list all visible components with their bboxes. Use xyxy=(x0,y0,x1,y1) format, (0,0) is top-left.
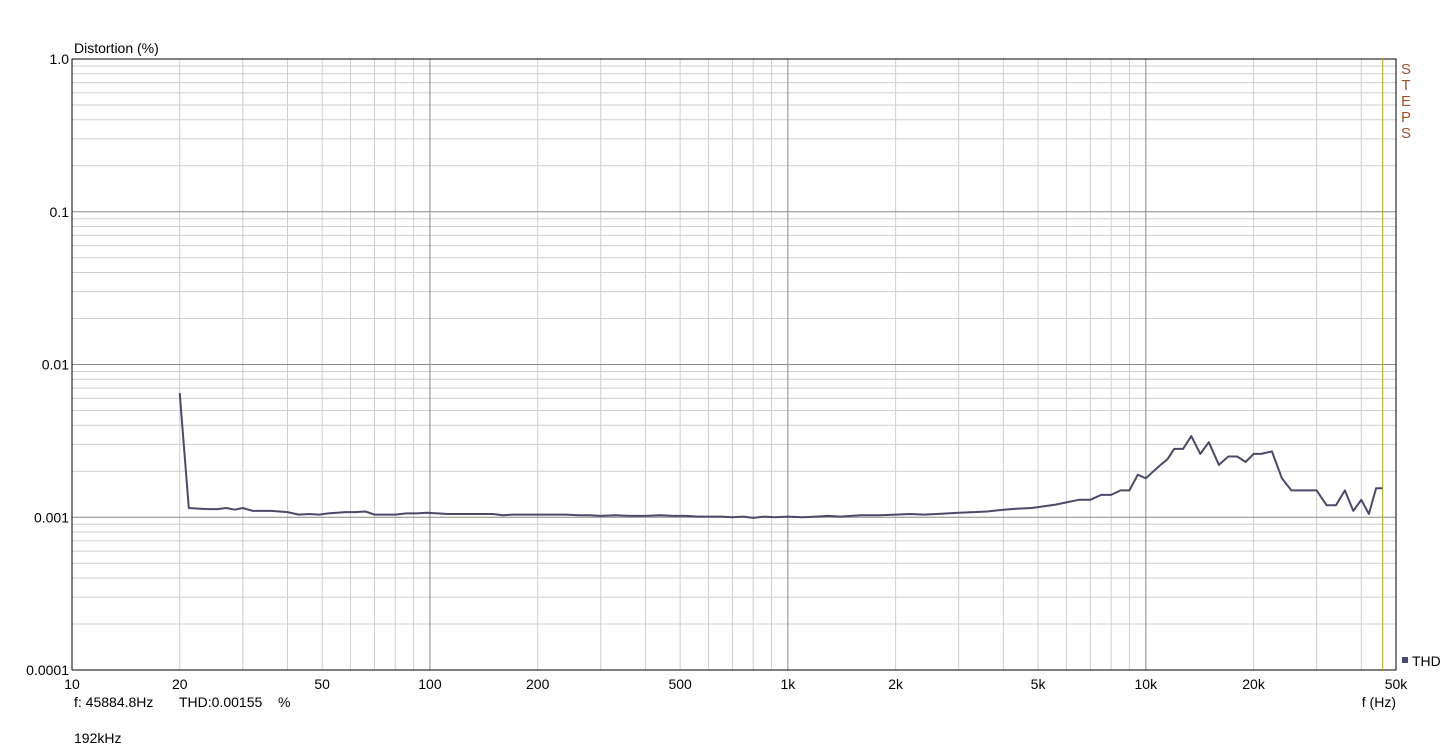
y-tick-label: 0.001 xyxy=(34,509,69,525)
x-tick-label: 10 xyxy=(64,676,80,692)
steps-marker-letter: E xyxy=(1401,93,1411,110)
y-tick-label: 0.01 xyxy=(42,357,69,373)
x-tick-labels: 10 20 50 100 200 500 1k 2k 5k 10k 20k 50k xyxy=(64,676,1408,692)
thd-unit: % xyxy=(278,694,290,710)
y-tick-label: 0.0001 xyxy=(26,662,69,678)
legend: THD xyxy=(1402,653,1441,669)
x-axis-label: f (Hz) xyxy=(1362,694,1396,710)
thd-chart: STEPS 10 20 50 100 200 500 1k 2k 5k 10k 20k 50k 1.0… xyxy=(26,40,1441,746)
x-tick-label: 20k xyxy=(1242,676,1266,692)
x-tick-label: 200 xyxy=(526,676,550,692)
series-line-thd xyxy=(178,393,1383,519)
y-axis-label: Distortion (%) xyxy=(74,40,159,56)
y-tick-label: 0.1 xyxy=(50,204,70,220)
legend-label-thd: THD xyxy=(1412,653,1441,669)
x-tick-label: 500 xyxy=(668,676,692,692)
x-tick-label: 50 xyxy=(314,676,330,692)
x-tick-label: 2k xyxy=(888,676,904,692)
readout: f: 45884.8Hz THD:0.00155 % 192kHz xyxy=(74,694,290,746)
steps-marker-letter: T xyxy=(1401,77,1410,94)
sample-rate-label: 192kHz xyxy=(74,730,121,746)
steps-marker-letter: P xyxy=(1401,109,1411,126)
y-tick-label: 1.0 xyxy=(50,51,70,67)
thd-readout: THD:0.00155 xyxy=(179,694,262,710)
frequency-readout: f: 45884.8Hz xyxy=(74,694,153,710)
x-tick-label: 20 xyxy=(172,676,188,692)
x-tick-label: 100 xyxy=(418,676,442,692)
x-tick-label: 5k xyxy=(1031,676,1047,692)
y-tick-labels: 1.0 0.1 0.01 0.001 0.0001 xyxy=(26,51,69,678)
steps-marker-letter: S xyxy=(1401,61,1411,78)
series-group xyxy=(178,393,1383,519)
x-tick-label: 50k xyxy=(1385,676,1409,692)
steps-marker-letter: S xyxy=(1401,125,1411,142)
legend-swatch xyxy=(1402,657,1408,663)
x-tick-label: 10k xyxy=(1135,676,1159,692)
x-tick-label: 1k xyxy=(780,676,796,692)
